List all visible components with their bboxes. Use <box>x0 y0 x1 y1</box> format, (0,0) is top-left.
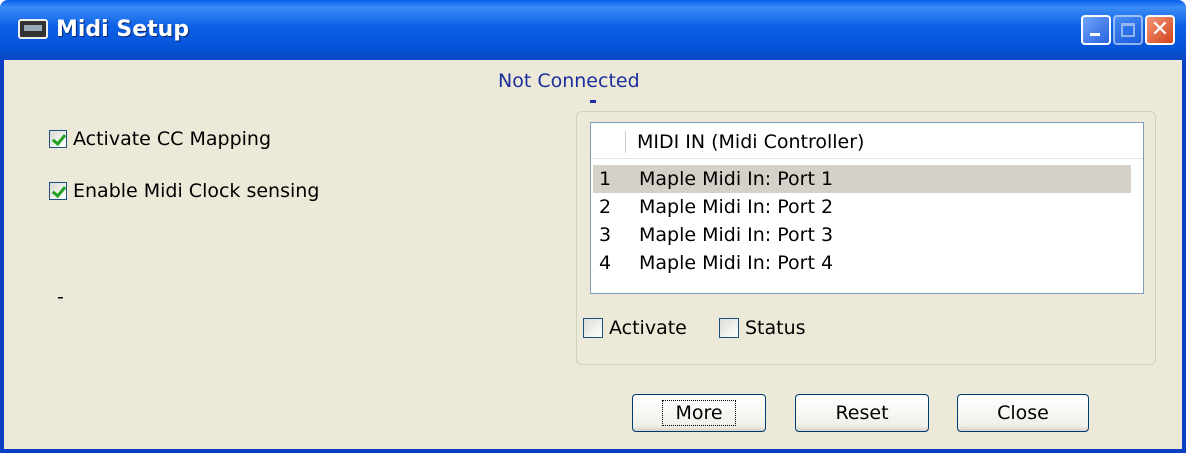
port-name: Maple Midi In: Port 3 <box>639 224 834 246</box>
port-number: 4 <box>599 252 612 274</box>
title-bar[interactable]: Midi Setup ✕ <box>0 0 1186 60</box>
cc-mapping-label: Activate CC Mapping <box>73 128 272 150</box>
list-item[interactable]: 3 Maple Midi In: Port 3 <box>593 221 1131 249</box>
more-button[interactable]: More <box>632 394 766 432</box>
placeholder-text: - <box>57 286 64 308</box>
column-separator <box>625 131 626 153</box>
close-button[interactable]: Close <box>957 394 1089 432</box>
activate-checkbox[interactable] <box>583 318 603 338</box>
maximize-button[interactable] <box>1113 15 1143 45</box>
more-button-label: More <box>662 400 736 426</box>
port-name: Maple Midi In: Port 4 <box>639 252 834 274</box>
port-number: 2 <box>599 196 612 218</box>
status-checkbox[interactable] <box>719 318 739 338</box>
list-header[interactable]: MIDI IN (Midi Controller) <box>591 123 1143 159</box>
midi-app-icon <box>18 19 48 39</box>
cc-mapping-checkbox[interactable] <box>49 130 67 148</box>
reset-button[interactable]: Reset <box>795 394 929 432</box>
activate-label: Activate <box>609 317 687 339</box>
list-item[interactable]: 2 Maple Midi In: Port 2 <box>593 193 1131 221</box>
status-label: Status <box>745 317 806 339</box>
port-number: 1 <box>599 168 612 190</box>
cc-mapping-option[interactable]: Activate CC Mapping <box>49 128 271 150</box>
minimize-button[interactable] <box>1081 15 1111 45</box>
midi-in-list[interactable]: MIDI IN (Midi Controller) 1 Maple Midi I… <box>590 122 1144 294</box>
close-icon: ✕ <box>1150 17 1170 42</box>
connection-status: Not Connected <box>498 70 640 92</box>
activate-option[interactable]: Activate <box>583 317 687 339</box>
port-number: 3 <box>599 224 612 246</box>
status-option[interactable]: Status <box>719 317 806 339</box>
window-title: Midi Setup <box>56 17 190 42</box>
clock-sensing-label: Enable Midi Clock sensing <box>73 180 320 202</box>
port-name: Maple Midi In: Port 1 <box>639 168 834 190</box>
port-name: Maple Midi In: Port 2 <box>639 196 834 218</box>
column-header: MIDI IN (Midi Controller) <box>637 131 865 153</box>
list-item[interactable]: 4 Maple Midi In: Port 4 <box>593 249 1131 277</box>
list-item[interactable]: 1 Maple Midi In: Port 1 <box>593 165 1131 193</box>
clock-sensing-option[interactable]: Enable Midi Clock sensing <box>49 180 319 202</box>
close-window-button[interactable]: ✕ <box>1145 15 1175 45</box>
clock-sensing-checkbox[interactable] <box>49 182 67 200</box>
group-caption <box>590 100 596 103</box>
